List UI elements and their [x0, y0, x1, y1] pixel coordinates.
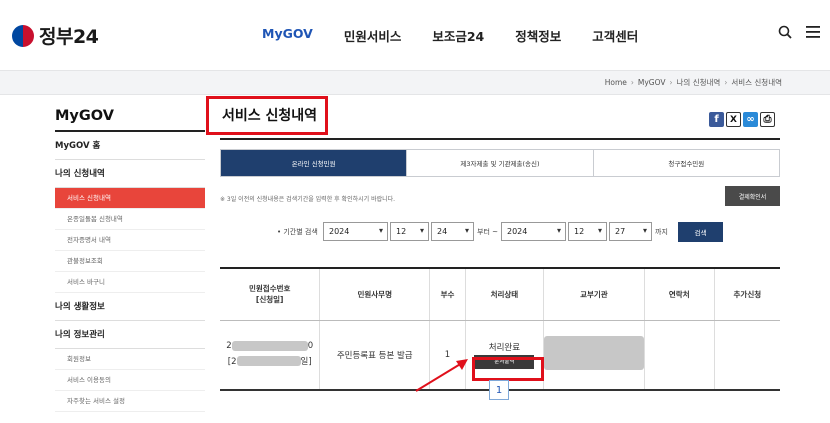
sidebar: MyGOV MyGOV 홈 나의 신청내역 서비스 신청내역 온종일돌봄 신청내… [55, 106, 205, 412]
sidebar-item-allday-care[interactable]: 온종일돌봄 신청내역 [55, 209, 205, 230]
column-header-service-name: 민원사무명 [319, 268, 431, 321]
redacted-issuing-office [543, 336, 644, 371]
nav-item-civil-services[interactable]: 민원서비스 [344, 26, 402, 45]
column-header-issuing-office: 교부기관 [543, 268, 645, 321]
x-icon[interactable]: X [726, 112, 741, 127]
tab-third-party-submission[interactable]: 제3자제출 및 기관제출(송신) [407, 150, 594, 176]
from-suffix: 부터 ~ [477, 228, 498, 236]
sidebar-item-my-applications[interactable]: 나의 신청내역 [55, 160, 205, 188]
chevron-right-icon: › [724, 78, 728, 87]
sidebar-item-mygov-home[interactable]: MyGOV 홈 [55, 132, 205, 160]
period-search: • 기간별 검색 2024 ▾ 12 ▾ 24 ▾ 부터 ~ 2024 ▾ 12 ▾ 27… [220, 221, 780, 243]
receipt-number-prefix: 2 [226, 341, 232, 352]
sidebar-title: MyGOV [55, 106, 205, 132]
to-month-select[interactable]: 12 ▾ [568, 222, 607, 241]
chevron-down-icon: ▾ [419, 226, 424, 235]
to-day-value: 27 [615, 227, 626, 236]
nav-item-mygov[interactable]: MyGOV [262, 26, 313, 45]
column-header-contact: 연락처 [644, 268, 715, 321]
sidebar-item-member-info[interactable]: 회원정보 [55, 349, 205, 370]
facebook-icon[interactable]: f [709, 112, 724, 127]
breadcrumb: Home › MyGOV › 나의 신청내역 › 서비스 신청내역 [605, 77, 782, 88]
application-table: 민원접수번호 [신청일] 민원사무명 부수 처리상태 교부기관 연락처 추가신청… [220, 267, 780, 391]
share-icons: f X ∞ ⎙ [707, 112, 775, 127]
sidebar-item-favorite-services[interactable]: 자주찾는 서비스 설정 [55, 391, 205, 412]
from-day-value: 24 [437, 227, 448, 236]
to-year-value: 2024 [507, 227, 528, 236]
to-month-value: 12 [574, 227, 585, 236]
chevron-right-icon: › [630, 78, 634, 87]
nav-item-customer-center[interactable]: 고객센터 [592, 26, 638, 45]
nav-item-policy-info[interactable]: 정책정보 [515, 26, 561, 45]
sidebar-item-e-certificates[interactable]: 전자증명서 내역 [55, 230, 205, 251]
tab-online-applications[interactable]: 온라인 신청민원 [221, 150, 408, 176]
taegeuk-logo-icon [12, 24, 34, 47]
to-day-select[interactable]: 27 ▾ [609, 222, 652, 241]
page: 정부24 MyGOV 민원서비스 보조금24 정책정보 고객센터 Home › … [0, 0, 830, 423]
issuing-office-cell [543, 320, 645, 391]
additional-request-cell [714, 320, 780, 391]
nav-item-subsidy24[interactable]: 보조금24 [432, 26, 484, 45]
redacted-receipt-number [231, 340, 308, 351]
breadcrumb-mygov[interactable]: MyGOV [638, 78, 666, 87]
period-search-label: • 기간별 검색 [277, 228, 318, 236]
sidebar-item-service-consent[interactable]: 서비스 이용동의 [55, 370, 205, 391]
column-header-copies: 부수 [429, 268, 466, 321]
column-header-status: 처리상태 [465, 268, 544, 321]
from-month-value: 12 [396, 227, 407, 236]
redacted-application-date [236, 356, 301, 367]
application-date: [2 일] [220, 355, 319, 370]
breadcrumb-current: 서비스 신청내역 [731, 78, 782, 87]
sidebar-item-my-info-management[interactable]: 나의 정보관리 [55, 321, 205, 349]
chevron-down-icon: ▾ [378, 226, 383, 235]
payment-certificate-button[interactable]: 결제확인서 [725, 186, 780, 206]
sidebar-item-refund-info[interactable]: 관불정보조회 [55, 251, 205, 272]
red-arrow-annotation [415, 359, 468, 392]
page-title: 서비스 신청내역 [222, 108, 318, 124]
application-date-prefix: [2 [227, 356, 237, 367]
search-icon[interactable] [778, 25, 792, 39]
logo[interactable]: 정부24 [12, 22, 99, 49]
hamburger-menu-icon[interactable] [806, 26, 820, 38]
site-header: 정부24 MyGOV 민원서비스 보조금24 정책정보 고객센터 [0, 0, 830, 70]
from-year-select[interactable]: 2024 ▾ [323, 222, 388, 241]
sidebar-item-service-basket[interactable]: 서비스 바구니 [55, 272, 205, 293]
table-header-row: 민원접수번호 [신청일] 민원사무명 부수 처리상태 교부기관 연락처 추가신청 [220, 268, 780, 321]
chevron-right-icon: › [669, 78, 673, 87]
print-icon[interactable]: ⎙ [760, 112, 775, 127]
from-year-value: 2024 [329, 227, 350, 236]
sidebar-item-my-life-info[interactable]: 나의 생활정보 [55, 293, 205, 321]
receipt-cell: 20 [2 일] [220, 320, 321, 391]
search-button[interactable]: 검색 [678, 222, 723, 242]
search-notice: ※ 3일 이전의 신청내용은 검색기간을 입력한 후 확인하시기 바랍니다. [220, 196, 396, 203]
application-date-suffix: 일] [300, 356, 312, 367]
chevron-down-icon: ▾ [464, 226, 469, 235]
sidebar-item-service-applications[interactable]: 서비스 신청내역 [55, 188, 205, 209]
to-year-select[interactable]: 2024 ▾ [501, 222, 566, 241]
breadcrumb-bar: Home › MyGOV › 나의 신청내역 › 서비스 신청내역 [0, 70, 830, 95]
chevron-down-icon: ▾ [597, 226, 602, 235]
main-nav: MyGOV 민원서비스 보조금24 정책정보 고객센터 [262, 26, 669, 45]
from-month-select[interactable]: 12 ▾ [390, 222, 429, 241]
tab-claim-applications[interactable]: 청구접수민원 [594, 150, 779, 176]
column-header-additional: 추가신청 [714, 268, 780, 321]
chevron-down-icon: ▾ [642, 226, 647, 235]
receipt-number-suffix: 0 [307, 341, 314, 352]
column-header-receipt-no: 민원접수번호 [신청일] [220, 268, 321, 321]
status-text: 처리완료 [488, 342, 521, 353]
application-tabs: 온라인 신청민원 제3자제출 및 기관제출(송신) 청구접수민원 [220, 149, 780, 177]
logo-text: 정부24 [39, 26, 99, 48]
receipt-number: 20 [220, 339, 319, 354]
from-day-select[interactable]: 24 ▾ [431, 222, 474, 241]
pagination-page-1[interactable]: 1 [489, 380, 509, 400]
button-highlight-box [471, 356, 544, 381]
breadcrumb-my-applications[interactable]: 나의 신청내역 [677, 77, 721, 88]
header-icons [764, 25, 820, 39]
chevron-down-icon: ▾ [556, 226, 561, 235]
breadcrumb-home[interactable]: Home [605, 78, 627, 87]
link-icon[interactable]: ∞ [743, 112, 758, 127]
to-suffix: 까지 [655, 228, 668, 236]
contact-cell [644, 320, 715, 391]
title-row: 서비스 신청내역 f X ∞ ⎙ [206, 96, 780, 140]
